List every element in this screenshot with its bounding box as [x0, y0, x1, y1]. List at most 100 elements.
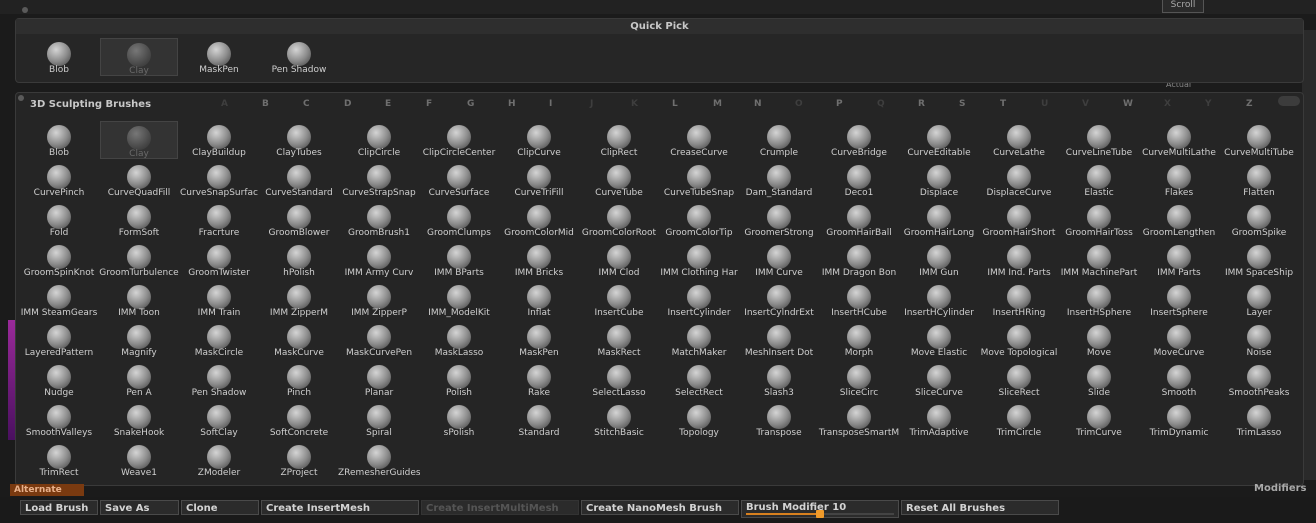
brush-topology[interactable]: Topology	[660, 401, 738, 439]
brush-curvetube[interactable]: CurveTube	[580, 161, 658, 199]
brush-dam-standard[interactable]: Dam_Standard	[740, 161, 818, 199]
brush-modifier-knob[interactable]	[816, 510, 824, 518]
brush-imm-army-curv[interactable]: IMM Army Curv	[340, 241, 418, 279]
brush-selectlasso[interactable]: SelectLasso	[580, 361, 658, 399]
brush-groomhairshort[interactable]: GroomHairShort	[980, 201, 1058, 239]
brush-groomlengthen[interactable]: GroomLengthen	[1140, 201, 1218, 239]
brush-inserthcylinder[interactable]: InsertHCylinder	[900, 281, 978, 319]
brush-displace[interactable]: Displace	[900, 161, 978, 199]
brush-masklasso[interactable]: MaskLasso	[420, 321, 498, 359]
brush-maskcurvepen[interactable]: MaskCurvePen	[340, 321, 418, 359]
brush-trimdynamic[interactable]: TrimDynamic	[1140, 401, 1218, 439]
brush-clay[interactable]: Clay	[100, 121, 178, 159]
brush-imm-toon[interactable]: IMM Toon	[100, 281, 178, 319]
save-as-button[interactable]: Save As	[100, 500, 179, 515]
brush-maskpen[interactable]: MaskPen	[500, 321, 578, 359]
brush-imm-modelkit[interactable]: IMM_ModelKit	[420, 281, 498, 319]
letter-filter-s[interactable]: S	[959, 99, 965, 109]
quick-pick-pen-shadow[interactable]: Pen Shadow	[260, 38, 338, 76]
brush-displacecurve[interactable]: DisplaceCurve	[980, 161, 1058, 199]
create-insertmesh-button[interactable]: Create InsertMesh	[261, 500, 419, 515]
brush-trimrect[interactable]: TrimRect	[20, 441, 98, 479]
brush-curvemultitube[interactable]: CurveMultiTube	[1220, 121, 1298, 159]
brush-imm-clothing-har[interactable]: IMM Clothing Har	[660, 241, 738, 279]
brush-pen-shadow[interactable]: Pen Shadow	[180, 361, 258, 399]
brush-slicerect[interactable]: SliceRect	[980, 361, 1058, 399]
brush-curvesurface[interactable]: CurveSurface	[420, 161, 498, 199]
brush-blob[interactable]: Blob	[20, 121, 98, 159]
brush-softclay[interactable]: SoftClay	[180, 401, 258, 439]
brush-smoothpeaks[interactable]: SmoothPeaks	[1220, 361, 1298, 399]
brush-curvelathe[interactable]: CurveLathe	[980, 121, 1058, 159]
brush-groombrush1[interactable]: GroomBrush1	[340, 201, 418, 239]
brush-flatten[interactable]: Flatten	[1220, 161, 1298, 199]
brush-magnify[interactable]: Magnify	[100, 321, 178, 359]
brush-curvepinch[interactable]: CurvePinch	[20, 161, 98, 199]
brush-move-elastic[interactable]: Move Elastic	[900, 321, 978, 359]
brush-inserthsphere[interactable]: InsertHSphere	[1060, 281, 1138, 319]
brush-insertcylndrext[interactable]: InsertCylndrExt	[740, 281, 818, 319]
brush-trimlasso[interactable]: TrimLasso	[1220, 401, 1298, 439]
brush-inserthring[interactable]: InsertHRing	[980, 281, 1058, 319]
brush-cliprect[interactable]: ClipRect	[580, 121, 658, 159]
brush-flakes[interactable]: Flakes	[1140, 161, 1218, 199]
brush-zproject[interactable]: ZProject	[260, 441, 338, 479]
quick-pick-maskpen[interactable]: MaskPen	[180, 38, 258, 76]
brush-groomtwister[interactable]: GroomTwister	[180, 241, 258, 279]
brush-imm-machinepart[interactable]: IMM MachinePart	[1060, 241, 1138, 279]
brush-fold[interactable]: Fold	[20, 201, 98, 239]
brush-groomclumps[interactable]: GroomClumps	[420, 201, 498, 239]
brush-fracrture[interactable]: Fracrture	[180, 201, 258, 239]
brush-crumple[interactable]: Crumple	[740, 121, 818, 159]
brush-clipcircle[interactable]: ClipCircle	[340, 121, 418, 159]
brush-imm-bparts[interactable]: IMM BParts	[420, 241, 498, 279]
brush-trimadaptive[interactable]: TrimAdaptive	[900, 401, 978, 439]
brush-slicecurve[interactable]: SliceCurve	[900, 361, 978, 399]
letter-filter-l[interactable]: L	[672, 99, 678, 109]
brush-modifier-track[interactable]	[746, 510, 894, 518]
quick-pick-clay[interactable]: Clay	[100, 38, 178, 76]
brush-noise[interactable]: Noise	[1220, 321, 1298, 359]
brush-groomhairlong[interactable]: GroomHairLong	[900, 201, 978, 239]
brush-curvestrapsnap[interactable]: CurveStrapSnap	[340, 161, 418, 199]
brush-insertcube[interactable]: InsertCube	[580, 281, 658, 319]
brush-stitchbasic[interactable]: StitchBasic	[580, 401, 658, 439]
brush-elastic[interactable]: Elastic	[1060, 161, 1138, 199]
modifiers-label[interactable]: Modifiers	[1254, 483, 1307, 494]
brush-curvestandard[interactable]: CurveStandard	[260, 161, 338, 199]
brush-groomspike[interactable]: GroomSpike	[1220, 201, 1298, 239]
brush-modifier-slider[interactable]: Brush Modifier 10	[741, 500, 899, 518]
brush-curveeditable[interactable]: CurveEditable	[900, 121, 978, 159]
brush-formsoft[interactable]: FormSoft	[100, 201, 178, 239]
brush-clipcirclecenter[interactable]: ClipCircleCenter	[420, 121, 498, 159]
brush-transpose[interactable]: Transpose	[740, 401, 818, 439]
brush-move[interactable]: Move	[1060, 321, 1138, 359]
brush-slash3[interactable]: Slash3	[740, 361, 818, 399]
brush-maskcurve[interactable]: MaskCurve	[260, 321, 338, 359]
create-nanomesh-brush-button[interactable]: Create NanoMesh Brush	[581, 500, 739, 515]
letter-filter-f[interactable]: F	[426, 99, 432, 109]
brush-groomblower[interactable]: GroomBlower	[260, 201, 338, 239]
brush-imm-train[interactable]: IMM Train	[180, 281, 258, 319]
brush-trimcurve[interactable]: TrimCurve	[1060, 401, 1138, 439]
alternate-label[interactable]: Alternate	[10, 484, 84, 496]
brush-imm-spaceship[interactable]: IMM SpaceShip	[1220, 241, 1298, 279]
brush-imm-clod[interactable]: IMM Clod	[580, 241, 658, 279]
brush-rake[interactable]: Rake	[500, 361, 578, 399]
brush-imm-zipperp[interactable]: IMM ZipperP	[340, 281, 418, 319]
brush-groomcolorroot[interactable]: GroomColorRoot	[580, 201, 658, 239]
brush-pen-a[interactable]: Pen A	[100, 361, 178, 399]
brush-pinch[interactable]: Pinch	[260, 361, 338, 399]
brush-groomerstrong[interactable]: GroomerStrong	[740, 201, 818, 239]
brush-deco1[interactable]: Deco1	[820, 161, 898, 199]
brush-nudge[interactable]: Nudge	[20, 361, 98, 399]
letter-filter-p[interactable]: P	[836, 99, 843, 109]
letter-filter-c[interactable]: C	[303, 99, 310, 109]
brush-curvelinetube[interactable]: CurveLineTube	[1060, 121, 1138, 159]
brush-imm-gun[interactable]: IMM Gun	[900, 241, 978, 279]
brush-snakehook[interactable]: SnakeHook	[100, 401, 178, 439]
brush-imm-ind-parts[interactable]: IMM Ind. Parts	[980, 241, 1058, 279]
brush-polish[interactable]: Polish	[420, 361, 498, 399]
brush-curvetrifill[interactable]: CurveTriFill	[500, 161, 578, 199]
brush-slide[interactable]: Slide	[1060, 361, 1138, 399]
